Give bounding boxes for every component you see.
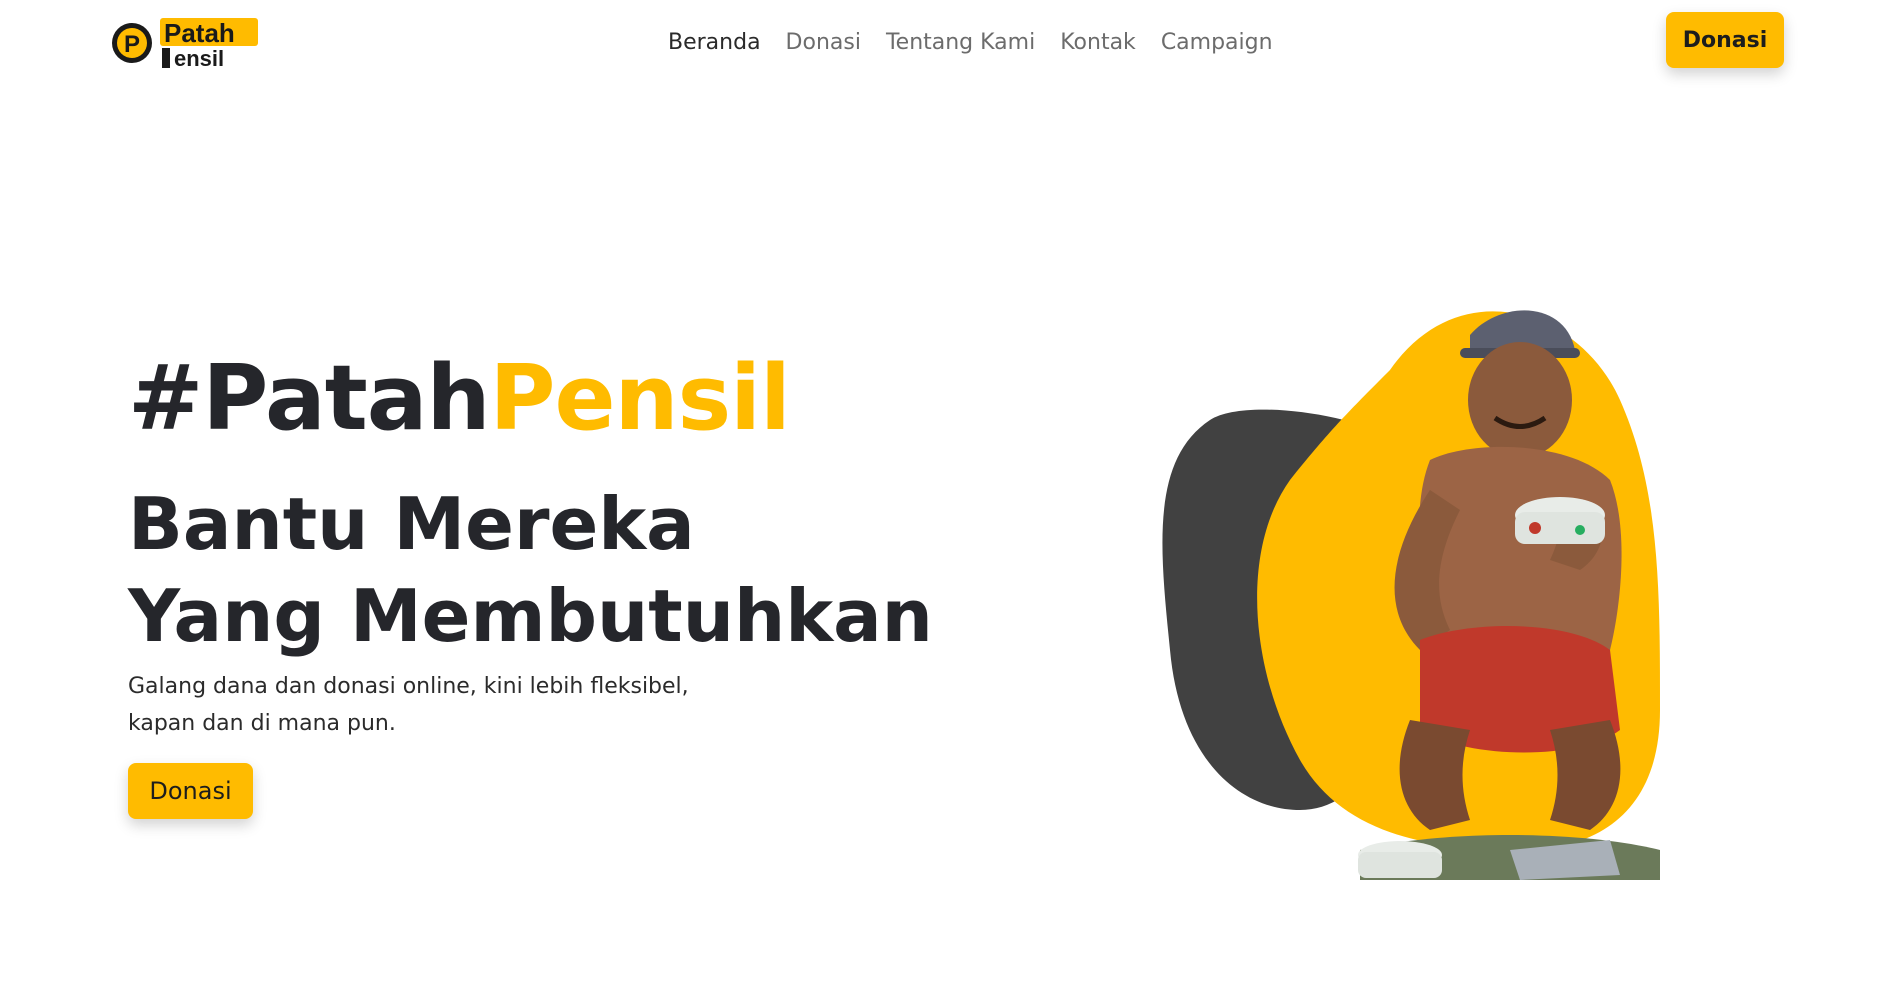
nav-item-campaign[interactable]: Campaign [1161, 30, 1273, 55]
person-eating-illustration-icon [1140, 290, 1740, 900]
hashtag-prefix: #Patah [128, 346, 491, 451]
nav-item-donasi[interactable]: Donasi [786, 30, 861, 55]
logo-line2: ensil [174, 46, 224, 70]
hero-subtitle: Bantu Mereka Yang Membutuhkan [128, 478, 933, 662]
nav-donate-button[interactable]: Donasi [1666, 12, 1784, 68]
brand-logo[interactable]: P Patah ensil [110, 16, 262, 70]
hero-description-line2: kapan dan di mana pun. [128, 711, 396, 736]
hashtag-accent: Pensil [489, 346, 791, 451]
nav-item-beranda[interactable]: Beranda [668, 30, 761, 55]
navbar: P Patah ensil Beranda Donasi Tentang Kam… [0, 0, 1896, 84]
logo-line1: Patah [164, 18, 235, 48]
hero-description: Galang dana dan donasi online, kini lebi… [128, 668, 748, 742]
main-nav: Beranda Donasi Tentang Kami Kontak Campa… [668, 22, 1273, 62]
svg-text:P: P [124, 31, 140, 58]
nav-item-tentang-kami[interactable]: Tentang Kami [886, 30, 1035, 55]
hero-subtitle-line1: Bantu Mereka [128, 482, 695, 566]
nav-item-kontak[interactable]: Kontak [1060, 30, 1136, 55]
hero-hashtag: #PatahPensil [128, 354, 791, 444]
hero-description-line1: Galang dana dan donasi online, kini lebi… [128, 674, 689, 699]
hero-subtitle-line2: Yang Membutuhkan [128, 574, 933, 658]
hero-donate-button[interactable]: Donasi [128, 763, 253, 819]
